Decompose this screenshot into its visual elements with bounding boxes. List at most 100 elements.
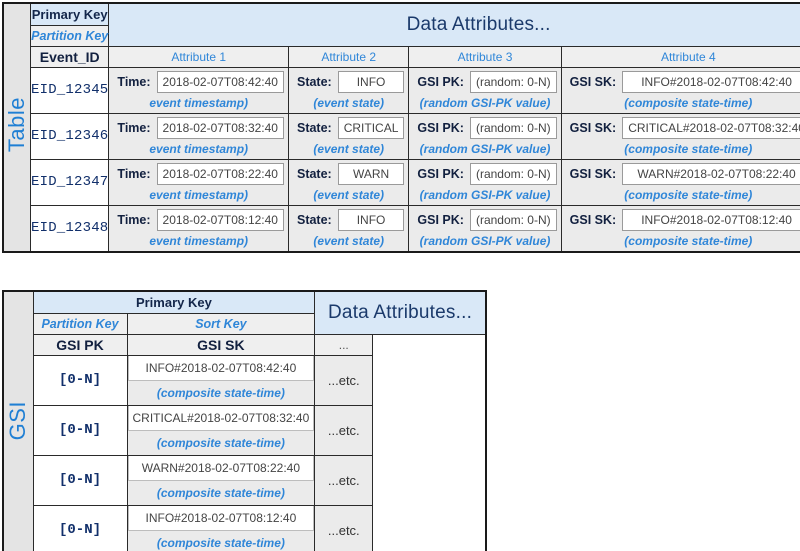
- cell-event-id: EID_12348: [29, 204, 110, 252]
- label-time: Time:: [117, 120, 151, 135]
- caption-state: (event state): [313, 233, 385, 248]
- caption-time: event timestamp): [149, 95, 249, 110]
- value-time: 2018-02-07T08:42:40: [156, 70, 284, 93]
- diagram-page: Table Primary Key Data Attributes... Par…: [0, 0, 800, 551]
- gsi-cell-pk: [0-N]: [32, 454, 128, 506]
- caption-gsi-pk: (random GSI-PK value): [419, 187, 551, 202]
- label-gsi-sk: GSI SK:: [569, 120, 617, 135]
- cell-attribute-1: Time: 2018-02-07T08:32:40 event timestam…: [108, 112, 289, 160]
- gsi-sk-value: WARN#2018-02-07T08:22:40: [127, 455, 315, 481]
- header-primary-key: Primary Key: [29, 2, 110, 27]
- caption-time: event timestamp): [149, 233, 249, 248]
- gsi-cell-etc: ...etc.: [314, 504, 374, 551]
- dynamodb-table: Table Primary Key Data Attributes... Par…: [2, 2, 800, 253]
- gsi-cell-etc: ...etc.: [314, 354, 374, 406]
- gsi-header-more: ...: [314, 333, 374, 356]
- caption-gsi-pk: (random GSI-PK value): [419, 233, 551, 248]
- gsi-cell-pk: [0-N]: [32, 504, 128, 551]
- value-state: INFO: [337, 208, 405, 231]
- label-state: State:: [296, 120, 332, 135]
- cell-attribute-4: GSI SK: INFO#2018-02-07T08:42:40 (compos…: [560, 66, 800, 114]
- gsi-header-gsi-sk: GSI SK: [126, 333, 316, 356]
- gsi-cell-pk: [0-N]: [32, 404, 128, 456]
- cell-event-id: EID_12347: [29, 158, 110, 206]
- value-gsi-sk: INFO#2018-02-07T08:42:40: [622, 70, 800, 93]
- gsi-header-primary-key: Primary Key: [32, 290, 316, 315]
- table-header-row-1: Table Primary Key Data Attributes...: [2, 2, 800, 252]
- gsi-cell-etc: ...etc.: [314, 404, 374, 456]
- label-gsi-sk: GSI SK:: [569, 212, 617, 227]
- cell-attribute-2: State: INFO (event state): [287, 204, 410, 252]
- table-row: EID_12348 Time: 2018-02-07T08:12:40 even…: [3, 204, 800, 252]
- caption-gsi-sk: (composite state-time): [624, 141, 753, 156]
- label-time: Time:: [117, 166, 151, 181]
- header-event-id: Event_ID: [29, 45, 110, 68]
- table-row: EID_12347 Time: 2018-02-07T08:22:40 even…: [3, 158, 800, 206]
- value-gsi-pk: (random: 0-N): [469, 116, 557, 139]
- label-gsi-sk: GSI SK:: [569, 166, 617, 181]
- gsi-header-data-attributes: Data Attributes...: [314, 290, 487, 335]
- caption-gsi-pk: (random GSI-PK value): [419, 141, 551, 156]
- value-gsi-pk: (random: 0-N): [469, 162, 557, 185]
- gsi-header-gsi-pk: GSI PK: [32, 333, 128, 356]
- cell-attribute-3: GSI PK: (random: 0-N) (random GSI-PK val…: [408, 112, 562, 160]
- gsi-sk-caption: (composite state-time): [156, 485, 285, 500]
- dynamodb-gsi-table: GSI Primary Key Data Attributes... Parti…: [2, 290, 487, 551]
- caption-state: (event state): [313, 95, 385, 110]
- label-gsi-pk: GSI PK:: [417, 212, 464, 227]
- value-gsi-sk: INFO#2018-02-07T08:12:40: [622, 208, 800, 231]
- cell-attribute-2: State: WARN (event state): [287, 158, 410, 206]
- value-state: WARN: [337, 162, 405, 185]
- gsi-sk-value: INFO#2018-02-07T08:42:40: [127, 355, 315, 381]
- gsi-empty-area: [372, 334, 486, 551]
- label-state: State:: [296, 166, 332, 181]
- header-partition-key: Partition Key: [29, 25, 110, 47]
- value-state: CRITICAL: [337, 116, 405, 139]
- gsi-cell-pk: [0-N]: [32, 354, 128, 406]
- caption-time: event timestamp): [149, 141, 249, 156]
- table-side-label: Table: [2, 2, 31, 252]
- caption-time: event timestamp): [149, 187, 249, 202]
- gsi-sk-value: INFO#2018-02-07T08:12:40: [127, 505, 315, 531]
- table-header-row-3: Event_ID Attribute 1 Attribute 2 Attribu…: [3, 45, 800, 68]
- value-time: 2018-02-07T08:32:40: [156, 116, 284, 139]
- caption-gsi-sk: (composite state-time): [624, 95, 753, 110]
- header-attribute-3: Attribute 3: [408, 45, 562, 68]
- cell-attribute-4: GSI SK: INFO#2018-02-07T08:12:40 (compos…: [560, 204, 800, 252]
- cell-event-id: EID_12345: [29, 66, 110, 114]
- caption-state: (event state): [313, 187, 385, 202]
- label-state: State:: [296, 74, 332, 89]
- value-time: 2018-02-07T08:22:40: [156, 162, 284, 185]
- value-gsi-pk: (random: 0-N): [469, 70, 557, 93]
- value-time: 2018-02-07T08:12:40: [156, 208, 284, 231]
- gsi-cell-sk: INFO#2018-02-07T08:42:40 (composite stat…: [126, 354, 316, 406]
- label-gsi-pk: GSI PK:: [417, 74, 464, 89]
- cell-attribute-3: GSI PK: (random: 0-N) (random GSI-PK val…: [408, 66, 562, 114]
- gsi-sk-caption: (composite state-time): [156, 385, 285, 400]
- gsi-sk-caption: (composite state-time): [156, 435, 285, 450]
- header-attribute-4: Attribute 4: [560, 45, 800, 68]
- gsi-cell-sk: INFO#2018-02-07T08:12:40 (composite stat…: [126, 504, 316, 551]
- label-time: Time:: [117, 74, 151, 89]
- cell-attribute-2: State: INFO (event state): [287, 66, 410, 114]
- header-attribute-2: Attribute 2: [287, 45, 410, 68]
- value-gsi-sk: CRITICAL#2018-02-07T08:32:40: [622, 116, 800, 139]
- table-row: EID_12346 Time: 2018-02-07T08:32:40 even…: [3, 112, 800, 160]
- label-state: State:: [296, 212, 332, 227]
- gsi-cell-etc: ...etc.: [314, 454, 374, 506]
- table-row: EID_12345 Time: 2018-02-07T08:42:40 even…: [3, 66, 800, 114]
- header-attribute-1: Attribute 1: [108, 45, 289, 68]
- caption-gsi-sk: (composite state-time): [624, 187, 753, 202]
- label-gsi-pk: GSI PK:: [417, 120, 464, 135]
- value-state: INFO: [337, 70, 405, 93]
- caption-state: (event state): [313, 141, 385, 156]
- cell-attribute-4: GSI SK: WARN#2018-02-07T08:22:40 (compos…: [560, 158, 800, 206]
- gsi-header-row-3: GSI PK GSI SK ...: [3, 333, 486, 551]
- gsi-side-label: GSI: [2, 290, 34, 551]
- gsi-header-partition-key: Partition Key: [32, 313, 128, 335]
- cell-attribute-4: GSI SK: CRITICAL#2018-02-07T08:32:40 (co…: [560, 112, 800, 160]
- header-data-attributes: Data Attributes...: [108, 2, 800, 47]
- gsi-sk-value: CRITICAL#2018-02-07T08:32:40: [127, 405, 315, 431]
- label-gsi-sk: GSI SK:: [569, 74, 617, 89]
- label-gsi-pk: GSI PK:: [417, 166, 464, 181]
